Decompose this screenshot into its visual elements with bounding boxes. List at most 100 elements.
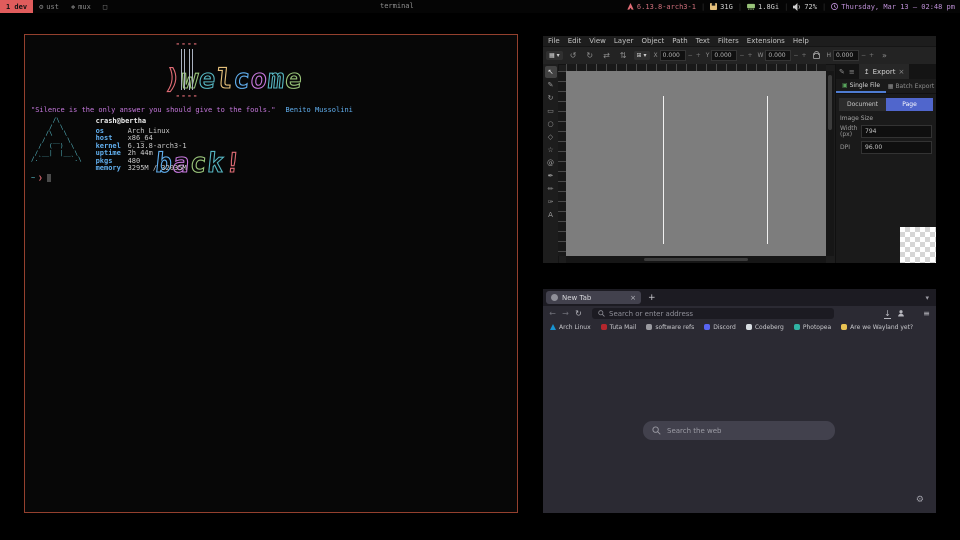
- gear-icon: ⚙: [39, 3, 43, 11]
- list-all-tabs-icon[interactable]: ▾: [925, 294, 933, 302]
- lock-ratio-icon[interactable]: [813, 53, 820, 59]
- align-dropdown[interactable]: ⊞▾: [634, 51, 650, 60]
- volume-text: 72%: [804, 3, 817, 11]
- active-tab[interactable]: New Tab ×: [546, 291, 641, 304]
- address-bar[interactable]: Search or enter address: [592, 308, 834, 319]
- shape-builder-tool-icon[interactable]: ↻: [545, 92, 557, 104]
- search-icon: [598, 310, 605, 317]
- increment-button[interactable]: +: [868, 52, 875, 59]
- downloads-button[interactable]: ↓: [882, 309, 893, 318]
- terminal-quote: "Silence is the only answer you should g…: [31, 106, 353, 114]
- workspace-tag-dev[interactable]: 1 dev: [0, 0, 33, 13]
- canvas-vertical-scrollbar[interactable]: [826, 71, 834, 256]
- pencil-tool-icon[interactable]: ✏: [545, 183, 557, 195]
- flip-horizontal-button[interactable]: ⇄: [600, 51, 613, 60]
- firefox-window[interactable]: New Tab × + ▾ ← → ↻ Search or enter addr…: [543, 289, 936, 513]
- single-file-label: Single File: [850, 82, 880, 89]
- document-button[interactable]: Document: [839, 98, 886, 111]
- workspace-tag-ust[interactable]: ⚙ ust: [33, 0, 65, 13]
- toolbar-overflow-button[interactable]: »: [879, 51, 890, 60]
- width-spinbox[interactable]: W0.000−+: [757, 50, 807, 61]
- w-value[interactable]: 0.000: [765, 50, 791, 61]
- height-spinbox[interactable]: H0.000−+: [826, 50, 875, 61]
- menu-layer[interactable]: Layer: [614, 37, 634, 45]
- status-segments: 6.13.8-arch3-1 | 31G | 1.8Gi | 72% | Thu…: [627, 3, 960, 11]
- calligraphy-tool-icon[interactable]: ✑: [545, 196, 557, 208]
- text-tool-icon[interactable]: A: [545, 209, 557, 221]
- selector-tool-icon[interactable]: ↖: [545, 66, 557, 78]
- rotate-cw-button[interactable]: ↻: [583, 51, 596, 60]
- decrement-button[interactable]: −: [860, 52, 867, 59]
- kernel-segment: 6.13.8-arch3-1: [627, 3, 696, 11]
- list-icon[interactable]: ≡: [849, 68, 855, 76]
- close-icon[interactable]: ×: [899, 68, 905, 76]
- box-tool-icon[interactable]: ◇: [545, 131, 557, 143]
- forward-button[interactable]: →: [560, 309, 571, 318]
- menu-filters[interactable]: Filters: [718, 37, 739, 45]
- menu-file[interactable]: File: [548, 37, 560, 45]
- menu-view[interactable]: View: [589, 37, 606, 45]
- page-button[interactable]: Page: [886, 98, 933, 111]
- workspace-tag-mux[interactable]: ❖ mux: [65, 0, 97, 13]
- menu-edit[interactable]: Edit: [568, 37, 582, 45]
- decrement-button[interactable]: −: [792, 52, 799, 59]
- increment-button[interactable]: +: [695, 52, 702, 59]
- inkscape-canvas[interactable]: [566, 71, 826, 256]
- decrement-button[interactable]: −: [687, 52, 694, 59]
- selection-mode-dropdown[interactable]: ▦▾: [546, 51, 563, 60]
- tab-single-file[interactable]: ▣Single File: [836, 79, 886, 93]
- reload-button[interactable]: ↻: [573, 309, 584, 318]
- inkscape-window[interactable]: File Edit View Layer Object Path Text Fi…: [543, 36, 936, 263]
- tab-batch-export[interactable]: ▦Batch Export: [886, 79, 936, 93]
- menu-button[interactable]: ≡: [921, 309, 932, 318]
- account-button[interactable]: [895, 309, 906, 319]
- new-tab-page: Search the web ⚙: [543, 333, 936, 513]
- dialog-tab-strip: ✎ ≡ ↥ Export ×: [836, 64, 936, 79]
- width-input[interactable]: 794: [861, 125, 932, 138]
- new-tab-button[interactable]: +: [641, 293, 663, 303]
- menu-path[interactable]: Path: [672, 37, 687, 45]
- close-tab-icon[interactable]: ×: [630, 294, 636, 302]
- increment-button[interactable]: +: [746, 52, 753, 59]
- x-coordinate-spinbox[interactable]: X0.000−+: [654, 50, 702, 61]
- menu-text[interactable]: Text: [696, 37, 710, 45]
- back-button[interactable]: ←: [547, 309, 558, 318]
- shell-prompt[interactable]: ~ ❯: [31, 174, 51, 182]
- tool-controls-bar: ▦▾ ↺ ↻ ⇄ ⇅ ⊞▾ X0.000−+ Y0.000−+ W0.000−+…: [543, 46, 936, 65]
- menu-extensions[interactable]: Extensions: [747, 37, 785, 45]
- ellipse-tool-icon[interactable]: ○: [545, 118, 557, 130]
- export-dialog-tab[interactable]: ↥ Export ×: [859, 64, 910, 79]
- flip-vertical-button[interactable]: ⇅: [617, 51, 630, 60]
- y-value[interactable]: 0.000: [711, 50, 737, 61]
- spiral-tool-icon[interactable]: @: [545, 157, 557, 169]
- rectangle-tool-icon[interactable]: ▭: [545, 105, 557, 117]
- x-value[interactable]: 0.000: [660, 50, 686, 61]
- canvas-horizontal-scrollbar[interactable]: [566, 256, 826, 263]
- terminal-window[interactable]: )welcome back! ---- ---- "Silence is the…: [24, 34, 518, 513]
- pen-tool-icon[interactable]: ✒: [545, 170, 557, 182]
- y-coordinate-spinbox[interactable]: Y0.000−+: [706, 50, 754, 61]
- dpi-input[interactable]: 96.00: [861, 141, 932, 154]
- workspace-tag-empty[interactable]: □: [97, 0, 113, 13]
- bookmark-folder-software-refs[interactable]: software refs: [646, 324, 694, 331]
- star-tool-icon[interactable]: ☆: [545, 144, 557, 156]
- tag-label: mux: [78, 3, 91, 11]
- decrement-button[interactable]: −: [738, 52, 745, 59]
- menu-object[interactable]: Object: [641, 37, 664, 45]
- web-search-input[interactable]: Search the web: [643, 421, 835, 440]
- bookmark-discord[interactable]: Discord: [704, 324, 736, 331]
- square-icon: □: [103, 3, 107, 11]
- increment-button[interactable]: +: [800, 52, 807, 59]
- node-tool-icon[interactable]: ✎: [545, 79, 557, 91]
- bookmark-codeberg[interactable]: Codeberg: [746, 324, 784, 331]
- tab-title: New Tab: [562, 294, 591, 302]
- bookmark-are-we-wayland-yet[interactable]: Are we Wayland yet?: [841, 324, 913, 331]
- bookmark-photopea[interactable]: Photopea: [794, 324, 831, 331]
- h-value[interactable]: 0.000: [833, 50, 859, 61]
- menu-help[interactable]: Help: [793, 37, 809, 45]
- bookmark-tuta-mail[interactable]: Tuta Mail: [601, 324, 637, 331]
- personalize-gear-icon[interactable]: ⚙: [916, 495, 924, 505]
- pencil-icon[interactable]: ✎: [839, 68, 845, 76]
- rotate-ccw-button[interactable]: ↺: [567, 51, 580, 60]
- bookmark-arch-linux[interactable]: Arch Linux: [550, 324, 591, 331]
